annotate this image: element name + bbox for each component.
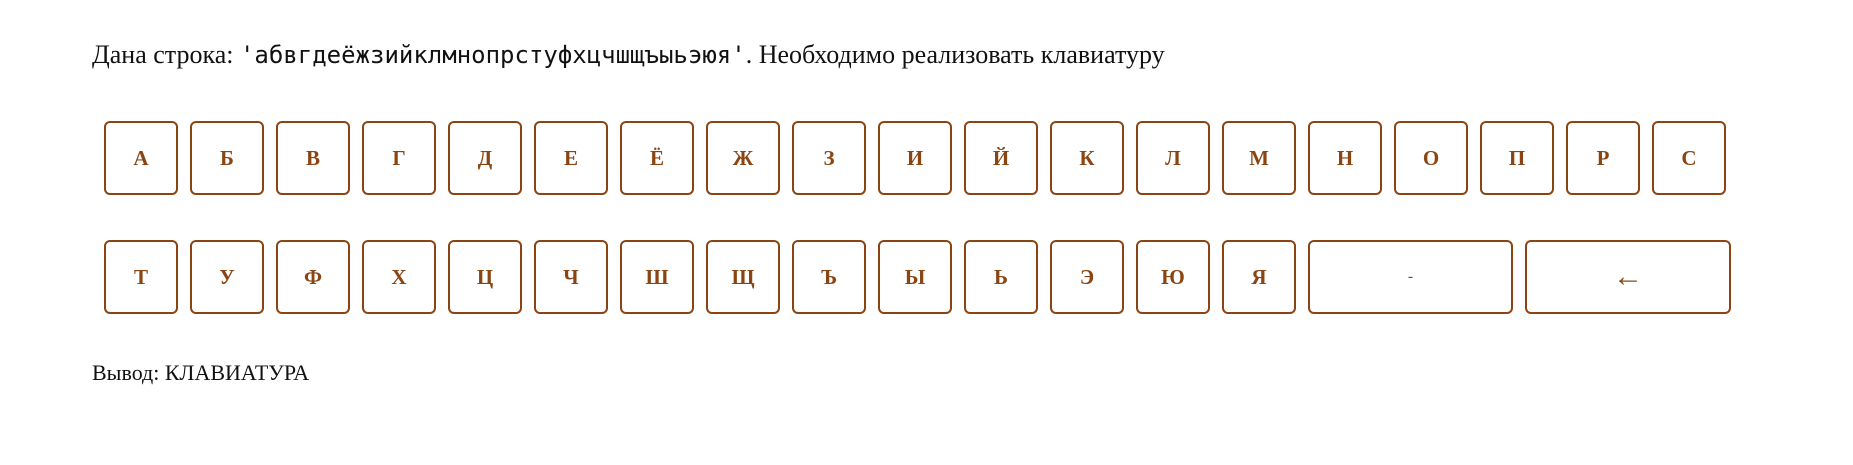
key-kha[interactable]: Х: [362, 240, 436, 314]
key-tse[interactable]: Ц: [448, 240, 522, 314]
key-a[interactable]: А: [104, 121, 178, 195]
keyboard-row-2: Т У Ф Х Ц Ч Ш Щ Ъ Ы Ь Э Ю Я - ←: [104, 240, 1731, 314]
key-be[interactable]: Б: [190, 121, 264, 195]
key-i[interactable]: И: [878, 121, 952, 195]
space-key[interactable]: -: [1308, 240, 1513, 314]
key-ye[interactable]: Е: [534, 121, 608, 195]
task-description: Дана строка: 'абвгдеёжзийклмнопрстуфхцчш…: [92, 38, 1165, 72]
key-es[interactable]: С: [1652, 121, 1726, 195]
key-en[interactable]: Н: [1308, 121, 1382, 195]
output-value: КЛАВИАТУРА: [164, 360, 310, 385]
keyboard-row-1: А Б В Г Д Е Ё Ж З И Й К Л М Н О П Р С: [104, 121, 1731, 195]
key-i-short[interactable]: Й: [964, 121, 1038, 195]
key-te[interactable]: Т: [104, 240, 178, 314]
key-ya[interactable]: Я: [1222, 240, 1296, 314]
key-sha[interactable]: Ш: [620, 240, 694, 314]
key-yu[interactable]: Ю: [1136, 240, 1210, 314]
backspace-icon: ←: [1613, 260, 1643, 293]
key-ef[interactable]: Ф: [276, 240, 350, 314]
key-em[interactable]: М: [1222, 121, 1296, 195]
key-er[interactable]: Р: [1566, 121, 1640, 195]
key-ge[interactable]: Г: [362, 121, 436, 195]
key-o[interactable]: О: [1394, 121, 1468, 195]
key-ze[interactable]: З: [792, 121, 866, 195]
key-de[interactable]: Д: [448, 121, 522, 195]
key-ka[interactable]: К: [1050, 121, 1124, 195]
key-shcha[interactable]: Щ: [706, 240, 780, 314]
task-string: 'абвгдеёжзийклмнопрстуфхцчшщъыьэюя': [239, 41, 746, 69]
key-hard-sign[interactable]: Ъ: [792, 240, 866, 314]
key-zhe[interactable]: Ж: [706, 121, 780, 195]
key-pe[interactable]: П: [1480, 121, 1554, 195]
key-soft-sign[interactable]: Ь: [964, 240, 1038, 314]
task-prefix: Дана строка:: [92, 40, 240, 69]
key-yery[interactable]: Ы: [878, 240, 952, 314]
key-el[interactable]: Л: [1136, 121, 1210, 195]
backspace-key[interactable]: ←: [1525, 240, 1731, 314]
key-u[interactable]: У: [190, 240, 264, 314]
key-che[interactable]: Ч: [534, 240, 608, 314]
task-suffix: . Необходимо реализовать клавиатуру: [745, 40, 1165, 69]
key-yo[interactable]: Ё: [620, 121, 694, 195]
key-ve[interactable]: В: [276, 121, 350, 195]
virtual-keyboard: А Б В Г Д Е Ё Ж З И Й К Л М Н О П Р С Т …: [104, 121, 1731, 359]
key-e[interactable]: Э: [1050, 240, 1124, 314]
output-line: Вывод: КЛАВИАТУРА: [92, 358, 309, 388]
output-label: Вывод:: [92, 360, 165, 385]
